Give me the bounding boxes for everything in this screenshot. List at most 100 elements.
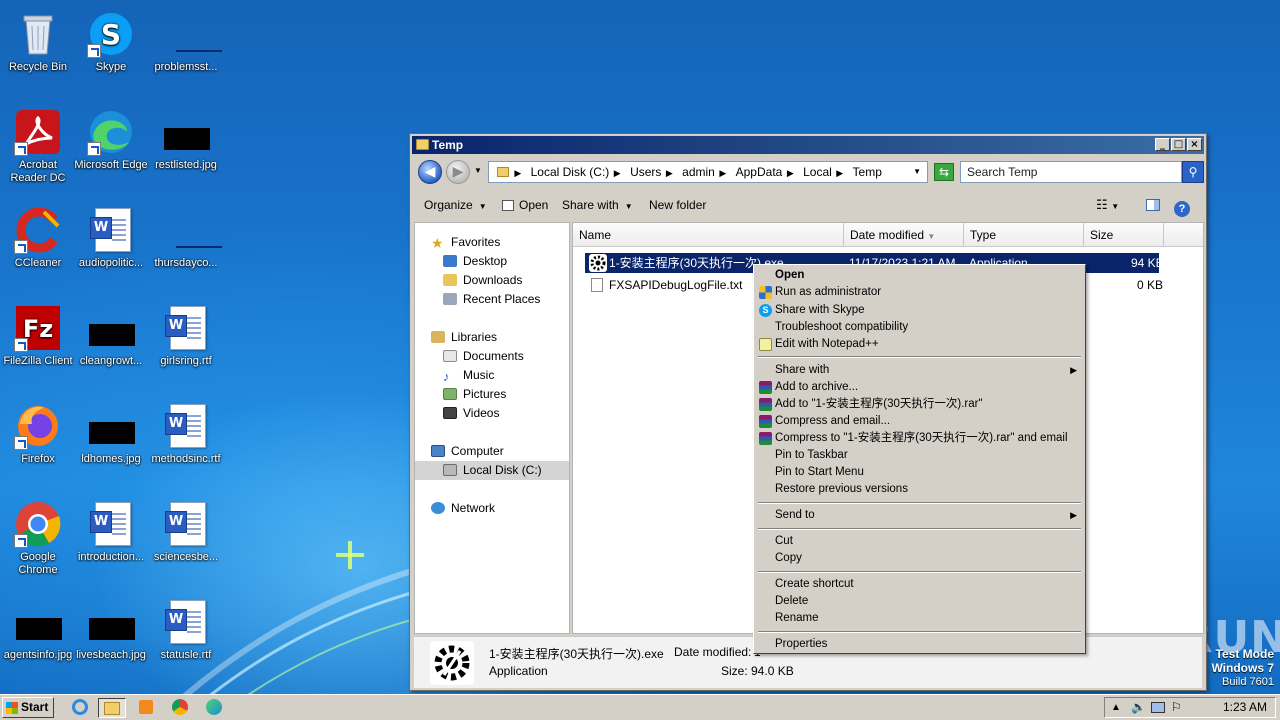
window-titlebar[interactable]: Temp _ □ ×	[412, 136, 1204, 154]
desktop-icon-restlisted[interactable]: restlisted.jpg	[148, 104, 224, 188]
build-line: Build 7601	[1222, 676, 1274, 688]
nav-computer[interactable]: Computer	[415, 442, 569, 461]
taskbar-explorer-icon[interactable]	[98, 698, 126, 718]
help-icon[interactable]: ?	[1174, 190, 1190, 220]
menu-item-share-with[interactable]: Share with ▶	[756, 362, 1083, 379]
column-header-size[interactable]: Size	[1084, 223, 1164, 247]
winrar-icon	[759, 415, 772, 428]
desktop-icon-acrobat[interactable]: Acrobat Reader DC	[0, 104, 76, 188]
desktop-icon-girlsring[interactable]: girlsring.rtf	[148, 300, 224, 384]
start-button[interactable]: Start	[2, 697, 54, 718]
menu-item-add-rar[interactable]: Add to "1-安装主程序(30天执行一次).rar"	[756, 396, 1083, 413]
desktop-icon-introduction[interactable]: introduction...	[73, 496, 149, 580]
menu-item-edit-notepadpp[interactable]: Edit with Notepad++	[756, 336, 1083, 353]
menu-item-pin-start[interactable]: Pin to Start Menu	[756, 464, 1083, 481]
search-icon[interactable]: ⚲	[1182, 161, 1204, 183]
desktop-icon-agentsinfo[interactable]: agentsinfo.jpg	[0, 594, 76, 678]
nav-favorites[interactable]: ★ Favorites	[415, 233, 569, 252]
nav-videos[interactable]: Videos	[415, 404, 569, 423]
desktop-icon-recycle-bin[interactable]: Recycle Bin	[0, 6, 76, 90]
menu-item-share-skype[interactable]: S Share with Skype	[756, 302, 1083, 319]
menu-item-send-to[interactable]: Send to ▶	[756, 507, 1083, 524]
desktop-icon-thursdayco[interactable]: thursdayco...	[148, 202, 224, 286]
desktop-icon-problemsst[interactable]: problemsst...	[148, 6, 224, 90]
desktop-icon-ldhomes[interactable]: ldhomes.jpg	[73, 398, 149, 482]
nav-recent-places[interactable]: Recent Places	[415, 290, 569, 309]
address-bar[interactable]: ▶ Local Disk (C:) ▶ Users ▶ admin ▶ AppD…	[488, 161, 928, 183]
breadcrumb-users[interactable]: Users ▶	[630, 162, 673, 182]
taskbar-chrome-icon[interactable]	[166, 698, 194, 718]
desktop-icon-ccleaner[interactable]: CCleaner	[0, 202, 76, 286]
menu-item-compress-email[interactable]: Compress and email...	[756, 413, 1083, 430]
taskbar-media-player-icon[interactable]	[132, 698, 160, 718]
breadcrumb-temp[interactable]: Temp	[853, 162, 882, 182]
desktop-icon-firefox[interactable]: Firefox	[0, 398, 76, 482]
menu-item-rename[interactable]: Rename	[756, 610, 1083, 627]
menu-item-restore-versions[interactable]: Restore previous versions	[756, 481, 1083, 498]
network-tray-icon[interactable]	[1151, 702, 1165, 713]
desktop-icon-sciencesbe[interactable]: sciencesbe...	[148, 496, 224, 580]
desktop-icon-cleangrowt[interactable]: cleangrowt...	[73, 300, 149, 384]
preview-pane-icon[interactable]	[1146, 190, 1160, 220]
image-file-icon	[87, 402, 135, 450]
clock[interactable]: 1:23 AM	[1223, 698, 1267, 717]
computer-icon	[431, 445, 445, 457]
new-folder-button[interactable]: New folder	[649, 190, 706, 220]
menu-item-cut[interactable]: Cut	[756, 533, 1083, 550]
breadcrumb-local-disk[interactable]: Local Disk (C:) ▶	[531, 162, 621, 182]
nav-downloads[interactable]: Downloads	[415, 271, 569, 290]
menu-item-pin-taskbar[interactable]: Pin to Taskbar	[756, 447, 1083, 464]
winrar-icon	[759, 398, 772, 411]
column-header-name[interactable]: Name	[573, 223, 844, 247]
maximize-button[interactable]: □	[1171, 138, 1186, 151]
open-button[interactable]: Open	[502, 190, 548, 220]
history-dropdown-icon[interactable]: ▼	[474, 166, 482, 175]
refresh-button[interactable]: ⇆	[934, 163, 954, 181]
desktop-icon-chrome[interactable]: Google Chrome	[0, 496, 76, 580]
nav-local-disk[interactable]: Local Disk (C:)	[415, 461, 569, 480]
desktop-icon-livesbeach[interactable]: livesbeach.jpg	[73, 594, 149, 678]
desktop-icon-audiopolitic[interactable]: audiopolitic...	[73, 202, 149, 286]
view-options-icon[interactable]: ☷ ▼	[1096, 190, 1119, 220]
nav-network[interactable]: Network	[415, 499, 569, 518]
taskbar-ie-icon[interactable]	[66, 698, 94, 718]
desktop-icon-statusle[interactable]: statusle.rtf	[148, 594, 224, 678]
menu-item-copy[interactable]: Copy	[756, 550, 1083, 567]
volume-icon[interactable]: 🔈	[1131, 698, 1146, 717]
share-with-button[interactable]: Share with ▼	[562, 190, 633, 220]
desktop-icon-edge[interactable]: Microsoft Edge	[73, 104, 149, 188]
column-header-date-modified[interactable]: Date modified ▼	[844, 223, 964, 247]
address-dropdown-icon[interactable]: ▼	[913, 162, 921, 182]
menu-item-compress-rar-email[interactable]: Compress to "1-安装主程序(30天执行一次).rar" and e…	[756, 430, 1083, 447]
menu-item-run-as-admin[interactable]: Run as administrator	[756, 284, 1083, 301]
nav-libraries[interactable]: Libraries	[415, 328, 569, 347]
breadcrumb-admin[interactable]: admin ▶	[682, 162, 726, 182]
nav-music[interactable]: ♪ Music	[415, 366, 569, 385]
close-button[interactable]: ×	[1187, 138, 1202, 151]
desktop-icon-skype[interactable]: S Skype	[73, 6, 149, 90]
nav-pictures[interactable]: Pictures	[415, 385, 569, 404]
menu-item-properties[interactable]: Properties	[756, 636, 1083, 653]
show-hidden-icons-icon[interactable]: ▲	[1111, 698, 1121, 717]
menu-item-create-shortcut[interactable]: Create shortcut	[756, 576, 1083, 593]
breadcrumb-appdata[interactable]: AppData ▶	[736, 162, 794, 182]
minimize-button[interactable]: _	[1155, 138, 1170, 151]
column-header-type[interactable]: Type	[964, 223, 1084, 247]
shield-icon	[759, 286, 772, 299]
breadcrumb-local[interactable]: Local ▶	[803, 162, 843, 182]
taskbar: Start ▲ 🔈 ⚐ 1:23 AM	[0, 694, 1280, 720]
back-button[interactable]: ◀	[418, 160, 442, 184]
organize-button[interactable]: Organize ▼	[424, 190, 487, 220]
forward-button[interactable]: ▶	[446, 160, 470, 184]
action-center-flag-icon[interactable]: ⚐	[1171, 698, 1182, 717]
desktop-icon-filezilla[interactable]: Fz FileZilla Client	[0, 300, 76, 384]
taskbar-edge-icon[interactable]	[200, 698, 228, 718]
desktop-icon-methodsinc[interactable]: methodsinc.rtf	[148, 398, 224, 482]
nav-documents[interactable]: Documents	[415, 347, 569, 366]
menu-item-troubleshoot[interactable]: Troubleshoot compatibility	[756, 319, 1083, 336]
menu-item-open[interactable]: Open	[756, 267, 1083, 284]
menu-item-delete[interactable]: Delete	[756, 593, 1083, 610]
menu-item-add-archive[interactable]: Add to archive...	[756, 379, 1083, 396]
nav-desktop[interactable]: Desktop	[415, 252, 569, 271]
search-input[interactable]: Search Temp	[960, 161, 1182, 183]
